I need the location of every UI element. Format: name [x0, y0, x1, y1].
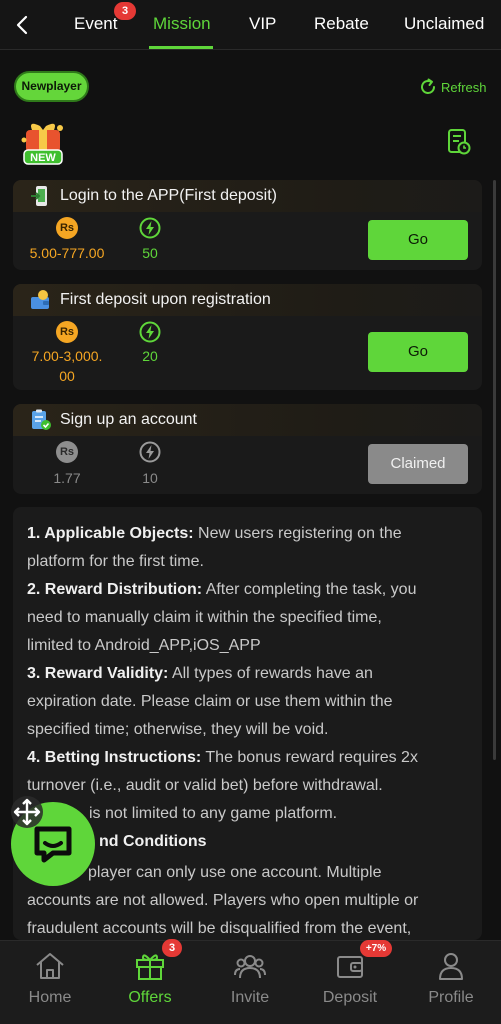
nav-home[interactable]: Home	[0, 941, 100, 1024]
reward-amount: 1.77	[53, 470, 81, 486]
rule-line: nd Conditions	[99, 833, 207, 850]
tab-event[interactable]: Event	[74, 14, 117, 34]
lightning-icon	[139, 441, 161, 463]
event-count-badge: 3	[114, 2, 136, 20]
rule-line: accounts are not allowed. Players who op…	[27, 892, 419, 909]
reward-amount: 5.00-777.00	[29, 245, 105, 261]
active-tab-indicator	[149, 46, 213, 49]
move-arrows-icon[interactable]	[10, 795, 44, 829]
nav-label: Deposit	[322, 989, 378, 1006]
tab-rebate[interactable]: Rebate	[314, 14, 369, 34]
nav-offers[interactable]: 3 Offers	[100, 939, 200, 1024]
deposit-bonus-badge: +7%	[360, 940, 392, 957]
nav-label: Profile	[428, 989, 474, 1006]
refresh-label: Refresh	[441, 80, 487, 95]
phone-login-icon	[31, 186, 47, 206]
nav-label: Invite	[230, 989, 270, 1006]
rule-line: 4. Betting Instructions: The bonus rewar…	[27, 749, 418, 766]
tab-unclaimed[interactable]: Unclaimed	[404, 14, 484, 34]
mission-card-sign-up: Sign up an account Rs 1.77 10 Claimed	[13, 404, 482, 494]
mission-title: First deposit upon registration	[60, 291, 271, 308]
bottom-navigation: Home 3 Offers Invite +7% Deposit Profile	[0, 939, 501, 1024]
reward-points: 10	[142, 470, 158, 486]
home-icon	[36, 953, 64, 979]
mission-title: Login to the APP(First deposit)	[60, 187, 277, 204]
mission-card-first-deposit: First deposit upon registration Rs 7.00-…	[13, 284, 482, 390]
document-clock-icon[interactable]	[447, 128, 471, 156]
offers-count-badge: 3	[162, 939, 182, 957]
rule-line: expiration date. Please claim or use the…	[27, 693, 393, 710]
rule-line: platform for the first time.	[27, 553, 204, 570]
top-tab-bar: Event 3 Mission VIP Rebate Unclaimed	[0, 0, 501, 50]
new-gift-icon: NEW	[21, 123, 63, 165]
nav-invite[interactable]: Invite	[200, 941, 300, 1024]
rupee-coin-icon: Rs	[56, 441, 78, 463]
newplayer-filter-button[interactable]: Newplayer	[14, 71, 89, 102]
reward-points: 20	[142, 348, 158, 364]
rule-line: limited to Android_APP,iOS_APP	[27, 637, 261, 654]
nav-label: Home	[28, 989, 72, 1006]
claimed-button: Claimed	[368, 444, 468, 484]
svg-text:NEW: NEW	[30, 152, 56, 164]
event-rules-panel: 1. Applicable Objects: New users registe…	[13, 507, 482, 940]
mission-card-login: Login to the APP(First deposit) Rs 5.00-…	[13, 180, 482, 270]
mission-card-header: First deposit upon registration	[13, 284, 482, 316]
refresh-icon	[421, 78, 435, 94]
scrollbar[interactable]	[493, 180, 496, 760]
clipboard-check-icon	[32, 409, 51, 430]
rule-line: 2. Reward Distribution: After completing…	[27, 581, 417, 598]
rule-line: 1. Applicable Objects: New users registe…	[27, 525, 402, 542]
rule-line: need to manually claim it within the spe…	[27, 609, 382, 626]
lightning-icon	[139, 217, 161, 239]
tab-mission[interactable]: Mission	[153, 14, 211, 34]
lightning-icon	[139, 321, 161, 343]
rupee-coin-icon: Rs	[56, 321, 78, 343]
rule-line: player can only use one account. Multipl…	[88, 864, 382, 881]
rule-line: turnover (i.e., audit or valid bet) befo…	[27, 777, 383, 794]
deposit-wallet-icon	[31, 290, 49, 309]
reward-amount-continued: 00	[59, 368, 75, 384]
invite-users-icon	[234, 955, 266, 979]
reward-points: 50	[142, 245, 158, 261]
profile-icon	[439, 953, 463, 980]
nav-profile[interactable]: Profile	[401, 941, 501, 1024]
nav-label: Offers	[128, 989, 172, 1006]
mission-title: Sign up an account	[60, 411, 197, 428]
nav-deposit[interactable]: +7% Deposit	[300, 940, 400, 1024]
rule-line: specified time; otherwise, they will be …	[27, 721, 329, 738]
reward-amount: 7.00-3,000.	[31, 348, 103, 364]
rule-line: fraudulent accounts will be disqualified…	[27, 920, 412, 937]
mission-card-header: Sign up an account	[13, 404, 482, 436]
chevron-left-icon[interactable]	[10, 12, 36, 38]
tab-vip[interactable]: VIP	[249, 14, 276, 34]
mission-card-header: Login to the APP(First deposit)	[13, 180, 482, 212]
rule-line: 3. Reward Validity: All types of rewards…	[27, 665, 373, 682]
rule-line: is not limited to any game platform.	[89, 805, 338, 822]
go-button[interactable]: Go	[368, 220, 468, 260]
go-button[interactable]: Go	[368, 332, 468, 372]
rupee-coin-icon: Rs	[56, 217, 78, 239]
gift-icon	[136, 954, 164, 980]
